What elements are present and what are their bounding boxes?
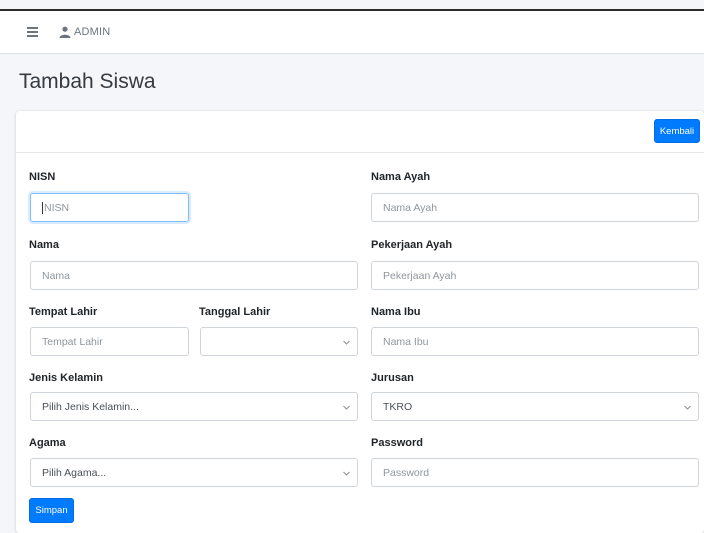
card-header: Kembali: [16, 111, 704, 153]
hamburger-icon[interactable]: [27, 27, 38, 37]
nisn-input[interactable]: NISN: [30, 193, 189, 222]
chevron-down-icon: [343, 471, 350, 476]
nisn-label: NISN: [29, 171, 56, 183]
tanggal-lahir-label: Tanggal Lahir: [199, 306, 271, 318]
chevron-down-icon: [343, 340, 350, 345]
jenis-kelamin-value: Pilih Jenis Kelamin...: [42, 400, 139, 413]
password-label: Password: [371, 437, 423, 449]
tempat-lahir-input[interactable]: Tempat Lahir: [30, 327, 189, 356]
tempat-lahir-label: Tempat Lahir: [29, 306, 98, 318]
nama-input[interactable]: Nama: [30, 261, 358, 290]
agama-value: Pilih Agama...: [42, 466, 107, 479]
pekerjaan-ayah-label: Pekerjaan Ayah: [371, 239, 453, 251]
nisn-placeholder: NISN: [44, 201, 70, 214]
chevron-down-icon: [684, 405, 691, 410]
pekerjaan-ayah-input[interactable]: Pekerjaan Ayah: [371, 261, 699, 290]
back-button[interactable]: Kembali: [654, 119, 700, 143]
page-title: Tambah Siswa: [19, 70, 156, 93]
jurusan-value: TKRO: [383, 400, 413, 413]
tanggal-lahir-select[interactable]: [200, 327, 358, 356]
nama-ayah-input[interactable]: Nama Ayah: [371, 193, 699, 222]
navbar: ADMIN: [0, 11, 704, 54]
save-button[interactable]: Simpan: [29, 498, 74, 523]
jurusan-select[interactable]: TKRO: [371, 392, 699, 421]
user-label: ADMIN: [74, 26, 111, 38]
agama-label: Agama: [29, 437, 66, 449]
jenis-kelamin-select[interactable]: Pilih Jenis Kelamin...: [30, 392, 358, 421]
nama-ibu-input[interactable]: Nama Ibu: [371, 327, 699, 356]
text-caret: [42, 201, 43, 214]
pekerjaan-ayah-placeholder: Pekerjaan Ayah: [383, 269, 457, 282]
tempat-lahir-placeholder: Tempat Lahir: [42, 335, 103, 348]
nama-ibu-label: Nama Ibu: [371, 306, 421, 318]
form-card: Kembali NISN NISN Nama Nama Tempat Lahir…: [16, 111, 704, 533]
nama-ibu-placeholder: Nama Ibu: [383, 335, 429, 348]
nama-ayah-placeholder: Nama Ayah: [383, 201, 438, 214]
password-input[interactable]: Password: [371, 458, 699, 487]
chevron-down-icon: [343, 405, 350, 410]
jurusan-label: Jurusan: [371, 372, 414, 384]
agama-select[interactable]: Pilih Agama...: [30, 458, 358, 487]
nama-label: Nama: [29, 239, 59, 251]
nama-placeholder: Nama: [42, 269, 71, 282]
user-icon: [59, 26, 71, 38]
password-placeholder: Password: [383, 466, 430, 479]
user-menu[interactable]: ADMIN: [59, 24, 110, 40]
nama-ayah-label: Nama Ayah: [371, 171, 431, 183]
jenis-kelamin-label: Jenis Kelamin: [29, 372, 103, 384]
